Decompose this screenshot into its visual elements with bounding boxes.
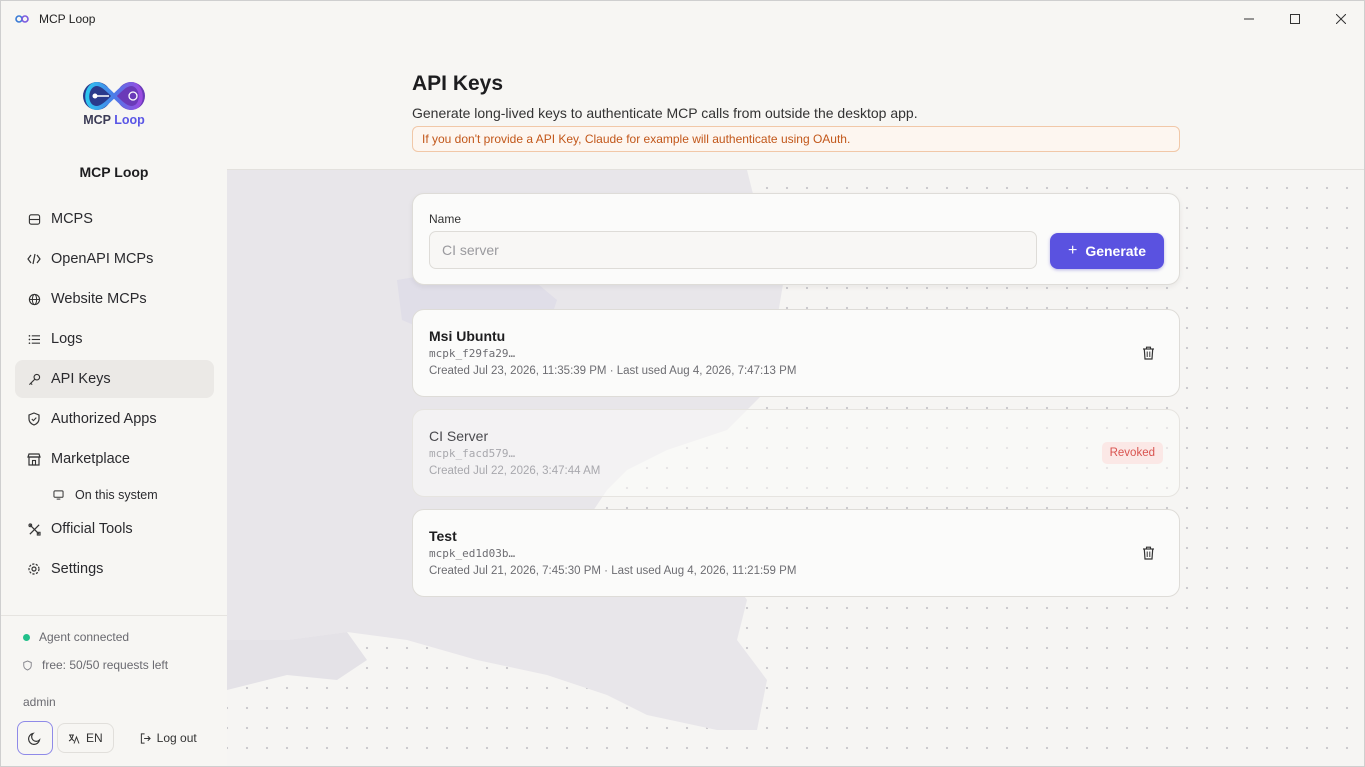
key-prefix: mcpk_ed1d03b… (429, 547, 516, 560)
shield-icon (27, 412, 41, 426)
close-icon (1336, 14, 1346, 24)
brand-logo: MCP Loop (75, 79, 153, 135)
sidebar-subitem-on-this-system[interactable]: On this system (15, 480, 214, 510)
app-logo-icon (15, 11, 31, 27)
sidebar-item-label: Marketplace (51, 451, 130, 467)
title-bar: MCP Loop (1, 1, 1364, 37)
shield-check-icon (23, 659, 33, 671)
sidebar-item-website-mcps[interactable]: Website MCPs (15, 280, 214, 318)
sidebar-item-label: Logs (51, 331, 83, 347)
key-name-input[interactable] (429, 231, 1037, 269)
sidebar-subitem-label: On this system (75, 488, 158, 502)
agent-status: Agent connected (23, 630, 129, 644)
window-controls (1226, 1, 1364, 37)
page-subtitle: Generate long-lived keys to authenticate… (412, 105, 918, 121)
sidebar-item-logs[interactable]: Logs (15, 320, 214, 358)
key-meta: Created Jul 21, 2026, 7:45:30 PM · Last … (429, 565, 797, 577)
status-dot-icon (23, 633, 30, 641)
theme-toggle-button[interactable] (17, 721, 53, 755)
delete-key-button[interactable] (1139, 544, 1157, 562)
store-icon (27, 452, 41, 466)
key-name: Msi Ubuntu (429, 328, 506, 344)
minimize-icon (1244, 18, 1254, 20)
api-key-card-revoked: CI Server mcpk_facd579… Created Jul 22, … (412, 409, 1180, 497)
trash-icon (1142, 346, 1154, 360)
logout-icon (140, 732, 151, 744)
sidebar-item-label: Official Tools (51, 521, 133, 537)
key-name: CI Server (429, 428, 489, 444)
language-label: EN (86, 731, 103, 745)
name-label: Name (429, 212, 462, 226)
infinity-logo-icon (83, 81, 145, 111)
language-button[interactable]: EN (57, 723, 114, 753)
api-key-card: Msi Ubuntu mcpk_f29fa29… Created Jul 23,… (412, 309, 1180, 397)
monitor-icon (53, 489, 65, 501)
api-key-card: Test mcpk_ed1d03b… Created Jul 21, 2026,… (412, 509, 1180, 597)
sidebar-item-api-keys[interactable]: API Keys (15, 360, 214, 398)
sidebar-item-label: Authorized Apps (51, 411, 157, 427)
page-header: API Keys Generate long-lived keys to aut… (227, 37, 1364, 169)
maximize-icon (1290, 14, 1300, 24)
minimize-button[interactable] (1226, 1, 1272, 37)
sidebar-item-label: OpenAPI MCPs (51, 251, 154, 267)
logo-wordmark: MCP Loop (83, 113, 145, 127)
generate-button-label: Generate (1085, 243, 1147, 259)
sidebar-item-label: Website MCPs (51, 291, 147, 307)
app-window: MCP Loop MCP Loop MCP Loop MCPS OpenAPI … (0, 0, 1365, 767)
generate-button[interactable]: + Generate (1050, 233, 1164, 269)
sidebar-item-label: Settings (51, 561, 104, 577)
key-meta: Created Jul 22, 2026, 3:47:44 AM (429, 465, 601, 477)
logout-button[interactable]: Log out (140, 723, 197, 753)
close-button[interactable] (1318, 1, 1364, 37)
maximize-button[interactable] (1272, 1, 1318, 37)
gear-icon (27, 562, 41, 576)
plus-icon: + (1067, 242, 1078, 259)
key-name: Test (429, 528, 457, 544)
sidebar: MCP Loop MCP Loop MCPS OpenAPI MCPs Webs… (1, 37, 227, 766)
generate-key-card: Name + Generate (412, 193, 1180, 285)
moon-icon (28, 732, 41, 745)
logout-label: Log out (156, 731, 197, 745)
key-prefix: mcpk_f29fa29… (429, 347, 516, 360)
tools-icon (27, 522, 41, 536)
code-icon (27, 252, 41, 266)
trash-icon (1142, 546, 1154, 560)
oauth-notice: If you don't provide a API Key, Claude f… (412, 126, 1180, 152)
agent-status-text: Agent connected (39, 630, 130, 644)
sidebar-item-label: API Keys (51, 371, 111, 387)
sidebar-item-authorized-apps[interactable]: Authorized Apps (15, 400, 214, 438)
user-name: admin (23, 695, 56, 709)
sidebar-item-marketplace[interactable]: Marketplace (15, 440, 214, 478)
delete-key-button[interactable] (1139, 344, 1157, 362)
key-prefix: mcpk_facd579… (429, 447, 516, 460)
sidebar-nav: MCPS OpenAPI MCPs Website MCPs Logs API … (15, 200, 214, 590)
key-meta: Created Jul 23, 2026, 11:35:39 PM · Last… (429, 365, 797, 377)
sidebar-item-mcps[interactable]: MCPS (15, 200, 214, 238)
window-title: MCP Loop (39, 12, 96, 26)
database-icon (27, 212, 41, 226)
revoked-badge: Revoked (1101, 442, 1163, 464)
key-icon (27, 372, 41, 386)
sidebar-item-label: MCPS (51, 211, 93, 227)
list-icon (27, 332, 41, 346)
sidebar-divider (1, 615, 227, 616)
brand-name: MCP Loop (79, 164, 149, 180)
plan-status: free: 50/50 requests left (23, 658, 168, 672)
translate-icon (68, 734, 80, 744)
sidebar-item-openapi-mcps[interactable]: OpenAPI MCPs (15, 240, 214, 278)
sidebar-item-settings[interactable]: Settings (15, 550, 214, 588)
globe-icon (27, 292, 41, 306)
plan-status-text: free: 50/50 requests left (42, 658, 169, 672)
sidebar-footer-controls: EN Log out (17, 721, 197, 755)
sidebar-item-official-tools[interactable]: Official Tools (15, 510, 214, 548)
page-title: API Keys (412, 72, 504, 95)
